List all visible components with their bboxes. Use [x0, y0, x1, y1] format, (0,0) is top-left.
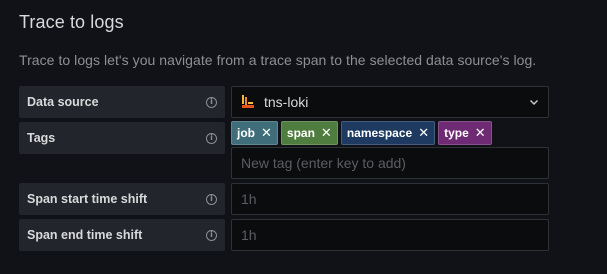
remove-tag-icon[interactable]: ✕ [475, 126, 486, 141]
data-source-row: Data source i tns-loki [19, 86, 549, 118]
data-source-value: tns-loki [241, 94, 308, 110]
data-source-label: Data source i [19, 86, 225, 118]
span-end-label: Span end time shift i [19, 219, 225, 251]
tag-chip: span ✕ [280, 121, 338, 145]
section-title: Trace to logs [19, 12, 124, 32]
info-icon[interactable]: i [206, 229, 217, 241]
tag-label: job [237, 126, 255, 140]
tag-label: namespace [346, 126, 413, 140]
tag-chip: namespace ✕ [340, 121, 436, 145]
remove-tag-icon[interactable]: ✕ [418, 126, 429, 141]
section-description: Trace to logs let's you navigate from a … [19, 52, 537, 68]
data-source-label-text: Data source [27, 95, 99, 109]
info-icon[interactable]: i [206, 132, 217, 144]
tags-label-text: Tags [27, 131, 56, 145]
span-start-row: Span start time shift i 1h [19, 183, 549, 215]
info-icon[interactable]: i [206, 96, 217, 108]
span-end-input[interactable]: 1h [231, 219, 549, 251]
tag-list: job ✕ span ✕ namespace ✕ type ✕ [231, 121, 549, 145]
span-start-placeholder: 1h [241, 191, 257, 207]
span-start-input[interactable]: 1h [231, 183, 549, 215]
loki-logo-icon [242, 95, 254, 108]
tag-label: span [286, 126, 315, 140]
span-start-label-text: Span start time shift [27, 192, 148, 206]
span-end-row: Span end time shift i 1h [19, 219, 549, 251]
chevron-down-icon [529, 99, 539, 106]
tag-chip: type ✕ [438, 121, 492, 145]
info-icon[interactable]: i [206, 193, 217, 205]
trace-to-logs-panel: Trace to logs Trace to logs let's you na… [0, 0, 607, 274]
data-source-select[interactable]: tns-loki [231, 86, 549, 118]
tag-chip: job ✕ [231, 121, 278, 145]
new-tag-input[interactable]: New tag (enter key to add) [231, 147, 549, 179]
remove-tag-icon[interactable]: ✕ [321, 126, 332, 141]
new-tag-placeholder: New tag (enter key to add) [241, 155, 406, 171]
span-start-label: Span start time shift i [19, 183, 225, 215]
tags-editor: job ✕ span ✕ namespace ✕ type ✕ New tag … [231, 121, 549, 179]
span-end-label-text: Span end time shift [27, 228, 143, 242]
tag-label: type [444, 126, 469, 140]
tags-label: Tags i [19, 122, 225, 154]
data-source-name: tns-loki [264, 94, 309, 110]
tags-row: Tags i job ✕ span ✕ namespace ✕ type ✕ N… [19, 121, 549, 179]
span-end-placeholder: 1h [241, 227, 257, 243]
remove-tag-icon[interactable]: ✕ [261, 126, 272, 141]
